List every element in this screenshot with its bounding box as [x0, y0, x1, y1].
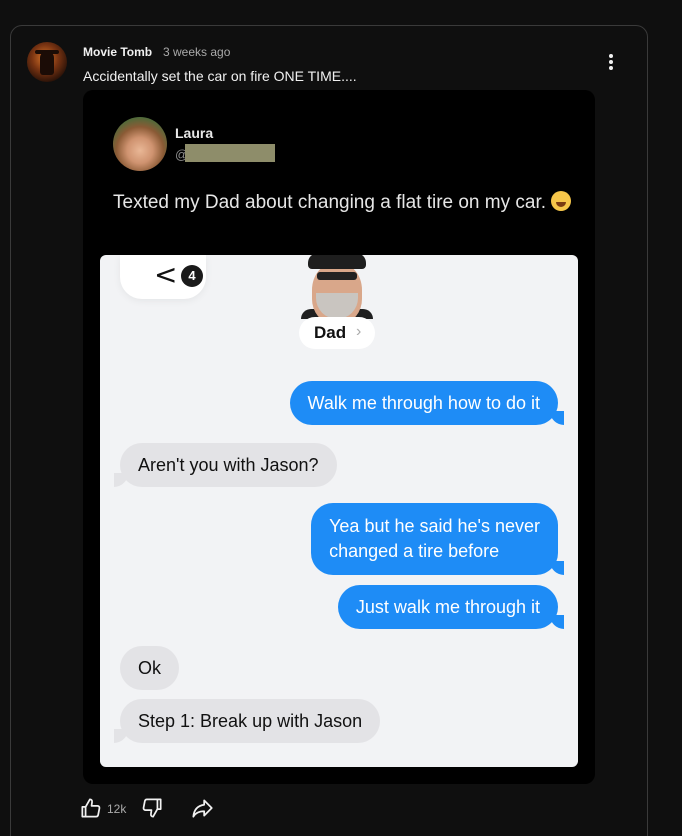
tweet-text: Texted my Dad about changing a flat tire…: [113, 190, 573, 216]
message-text: Walk me through how to do it: [307, 393, 540, 413]
message-text-line-1: Yea but he said he's never: [329, 516, 540, 536]
message-text-line-2: changed a tire before: [329, 541, 500, 561]
share-button[interactable]: [189, 795, 215, 821]
channel-avatar[interactable]: [27, 42, 67, 82]
laughing-emoji-icon: [551, 191, 572, 211]
message-bubble-sent: Walk me through how to do it: [289, 381, 564, 425]
more-vert-icon-dot-3: [609, 66, 613, 70]
thumbs-down-icon: [142, 798, 162, 818]
post-timestamp[interactable]: 3 weeks ago: [163, 45, 230, 59]
post-image[interactable]: Laura @ Texted my Dad about changing a f…: [83, 90, 595, 784]
contact-name-pill: Dad ›: [299, 317, 375, 349]
message-bubble-sent: Yea but he said he's never changed a tir…: [311, 503, 564, 575]
message-text: Ok: [138, 658, 162, 678]
bubble-tail: [114, 729, 128, 743]
more-vert-icon-dot-2: [609, 60, 613, 64]
community-post-card: Movie Tomb 3 weeks ago Accidentally set …: [10, 25, 648, 836]
tweet-text-content: Texted my Dad about changing a flat tire…: [113, 192, 547, 213]
tweet-author-name: Laura: [175, 125, 214, 141]
back-chevron-icon: <: [154, 258, 178, 291]
bubble-tail: [550, 561, 564, 575]
more-vert-icon: [609, 54, 613, 58]
post-text: Accidentally set the car on fire ONE TIM…: [83, 68, 357, 84]
dislike-button[interactable]: [139, 795, 165, 821]
avatar-figure-shape: [40, 51, 54, 75]
more-actions-button[interactable]: [603, 50, 619, 74]
sunglasses-shape: [317, 272, 357, 280]
share-icon: [192, 799, 213, 818]
like-button[interactable]: [78, 795, 104, 821]
back-pill: < 4: [120, 255, 206, 299]
contact-chevron-icon: ›: [356, 323, 362, 340]
unread-count-badge: 4: [181, 265, 203, 287]
channel-name[interactable]: Movie Tomb: [83, 45, 152, 59]
contact-photo: [301, 255, 373, 319]
message-text: Step 1: Break up with Jason: [138, 711, 363, 731]
message-text: Aren't you with Jason?: [138, 455, 319, 475]
bubble-tail: [550, 411, 564, 425]
message-text: Just walk me through it: [355, 597, 540, 617]
chat-screenshot: < 4 Dad › Walk me through how to do it A…: [100, 255, 578, 767]
thumbs-up-icon: [81, 798, 101, 818]
message-bubble-received: Aren't you with Jason?: [114, 443, 337, 487]
like-count: 12k: [107, 802, 127, 816]
cap-shape: [308, 255, 366, 269]
message-bubble-sent: Just walk me through it: [337, 585, 564, 629]
bubble-tail: [114, 473, 128, 487]
post-action-bar: 12k: [78, 795, 238, 825]
message-bubble-received: Ok: [120, 646, 180, 690]
bubble-tail: [550, 615, 564, 629]
tweet-avatar: [113, 117, 167, 171]
message-bubble-received: Step 1: Break up with Jason: [114, 699, 381, 743]
handle-redaction-box: [185, 144, 275, 162]
contact-name: Dad: [314, 323, 347, 342]
